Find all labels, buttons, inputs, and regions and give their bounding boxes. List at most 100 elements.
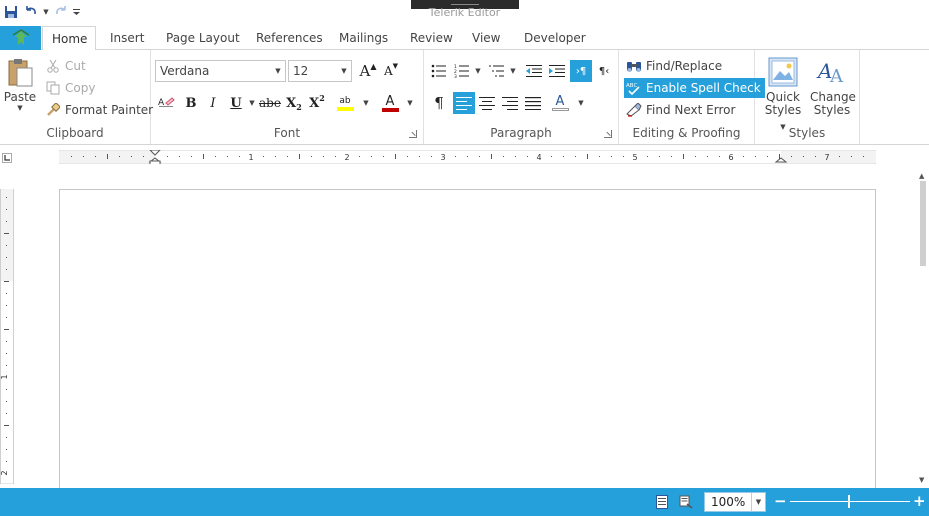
tab-developer[interactable]: Developer	[515, 26, 595, 50]
web-layout-button[interactable]	[678, 494, 694, 510]
tab-stop-selector[interactable]	[2, 152, 12, 163]
change-styles-button[interactable]: AA Change Styles	[810, 56, 856, 117]
align-center-button[interactable]	[476, 92, 498, 114]
quick-styles-button[interactable]: Quick Styles ▼	[763, 56, 803, 134]
strikethrough-button[interactable]: abe	[259, 92, 281, 114]
rtl-direction-button[interactable]: ¶‹	[593, 60, 615, 82]
shading-dropdown[interactable]: ▼	[577, 92, 585, 114]
document-page[interactable]	[59, 189, 876, 489]
paste-icon	[8, 59, 33, 87]
chevron-down-icon: ▼	[341, 67, 347, 75]
multilevel-list-icon	[489, 65, 504, 77]
vertical-scrollbar[interactable]: ▲ ▼	[916, 166, 929, 488]
clear-formatting-button[interactable]: A	[155, 92, 177, 114]
zoom-slider-track[interactable]	[790, 501, 910, 502]
justify-button[interactable]	[522, 92, 544, 114]
font-family-select[interactable]: Verdana ▼	[155, 60, 286, 82]
numbering-dropdown[interactable]: ▼	[474, 60, 482, 82]
ruler-tick	[791, 156, 792, 157]
telerik-logo-icon	[12, 29, 29, 45]
left-indent-marker[interactable]	[149, 160, 161, 164]
grow-font-icon: A	[359, 62, 371, 80]
zoom-select[interactable]: 100% ▼	[704, 492, 766, 512]
tab-references[interactable]: References	[247, 26, 332, 50]
copy-button[interactable]: Copy	[45, 78, 95, 98]
application-menu-button[interactable]	[0, 26, 41, 50]
tab-page-layout[interactable]: Page Layout	[157, 26, 249, 50]
window-title: Telerik Editor	[428, 6, 501, 19]
subscript-button[interactable]: X2	[283, 92, 305, 114]
highlight-button[interactable]: ab	[334, 92, 356, 114]
tab-insert[interactable]: Insert	[101, 26, 153, 50]
ruler-tick	[803, 156, 804, 157]
align-left-button[interactable]	[453, 92, 475, 114]
zoom-slider-thumb[interactable]	[848, 495, 850, 508]
ruler-tick	[131, 156, 132, 157]
title-bar: ▼ Telerik Editor	[0, 0, 929, 26]
ruler-tick	[719, 156, 720, 157]
show-formatting-button[interactable]: ¶	[428, 92, 450, 114]
tab-home[interactable]: Home	[42, 26, 96, 51]
ruler-tick	[371, 156, 372, 157]
font-color-dropdown[interactable]: ▼	[406, 92, 414, 114]
ruler-tick	[6, 197, 7, 198]
zoom-value: 100%	[711, 495, 746, 509]
ruler-number: 2	[344, 153, 349, 162]
align-right-icon	[502, 96, 518, 110]
font-size-select[interactable]: 12 ▼	[288, 60, 352, 82]
superscript-button[interactable]: X2	[306, 92, 328, 114]
ruler-tick	[335, 156, 336, 157]
styles-group: Quick Styles ▼ AA Change Styles Styles	[755, 50, 860, 144]
ruler-tick	[227, 156, 228, 157]
tab-review[interactable]: Review	[401, 26, 462, 50]
multilevel-list-button[interactable]	[486, 60, 508, 82]
print-layout-button[interactable]	[654, 494, 670, 510]
shrink-font-icon: A	[383, 64, 393, 78]
font-color-button[interactable]: A	[379, 92, 401, 114]
rtl-direction-icon: ¶‹	[598, 65, 610, 77]
zoom-in-button[interactable]: +	[913, 492, 926, 510]
underline-button[interactable]: U	[225, 92, 247, 114]
ruler-tick	[287, 156, 288, 157]
ruler-tick	[6, 209, 7, 210]
bold-button[interactable]: B	[180, 92, 202, 114]
multilevel-list-dropdown[interactable]: ▼	[509, 60, 517, 82]
shading-button[interactable]: A	[549, 92, 571, 114]
shrink-font-button[interactable]: A ▼	[380, 60, 402, 82]
find-replace-button[interactable]: Find/Replace	[626, 56, 722, 76]
numbering-button[interactable]: 123	[451, 60, 473, 82]
align-right-button[interactable]	[499, 92, 521, 114]
chevron-down-icon: ▼	[751, 493, 765, 511]
grow-font-button[interactable]: A ▲	[357, 60, 379, 82]
scissors-icon	[45, 58, 61, 74]
tab-view[interactable]: View	[463, 26, 509, 50]
ruler-number: 4	[536, 153, 541, 162]
italic-button[interactable]: I	[202, 92, 224, 114]
quick-styles-label-2: Styles	[764, 103, 802, 117]
ruler-number: 3	[440, 153, 445, 162]
web-layout-icon	[679, 495, 693, 509]
ruler-tick	[467, 156, 468, 157]
enable-spell-check-button[interactable]: ABC Enable Spell Check	[624, 78, 765, 98]
superscript-label: X	[309, 95, 320, 111]
increase-indent-button[interactable]	[546, 60, 568, 82]
horizontal-ruler[interactable]: 1 2 3 4 5 6 7	[59, 150, 876, 164]
zoom-out-button[interactable]: −	[774, 492, 787, 510]
tab-mailings[interactable]: Mailings	[330, 26, 397, 50]
ruler-tick	[6, 341, 7, 342]
scrollbar-thumb[interactable]	[920, 181, 926, 266]
ltr-direction-button[interactable]: ›¶	[570, 60, 592, 82]
underline-dropdown[interactable]: ▼	[248, 92, 256, 114]
vertical-ruler[interactable]: 12	[0, 189, 14, 484]
find-next-error-button[interactable]: Find Next Error	[626, 100, 735, 120]
font-dialog-launcher[interactable]	[409, 130, 417, 138]
bullets-button[interactable]	[428, 60, 450, 82]
paste-button[interactable]: Paste ▼	[3, 56, 37, 112]
decrease-indent-button[interactable]	[523, 60, 545, 82]
scroll-down-icon[interactable]: ▼	[919, 476, 924, 484]
scroll-up-icon[interactable]: ▲	[919, 172, 924, 180]
paragraph-dialog-launcher[interactable]	[604, 130, 612, 138]
highlight-dropdown[interactable]: ▼	[362, 92, 370, 114]
cut-button[interactable]: Cut	[45, 56, 86, 76]
format-painter-button[interactable]: Format Painter	[45, 100, 153, 120]
